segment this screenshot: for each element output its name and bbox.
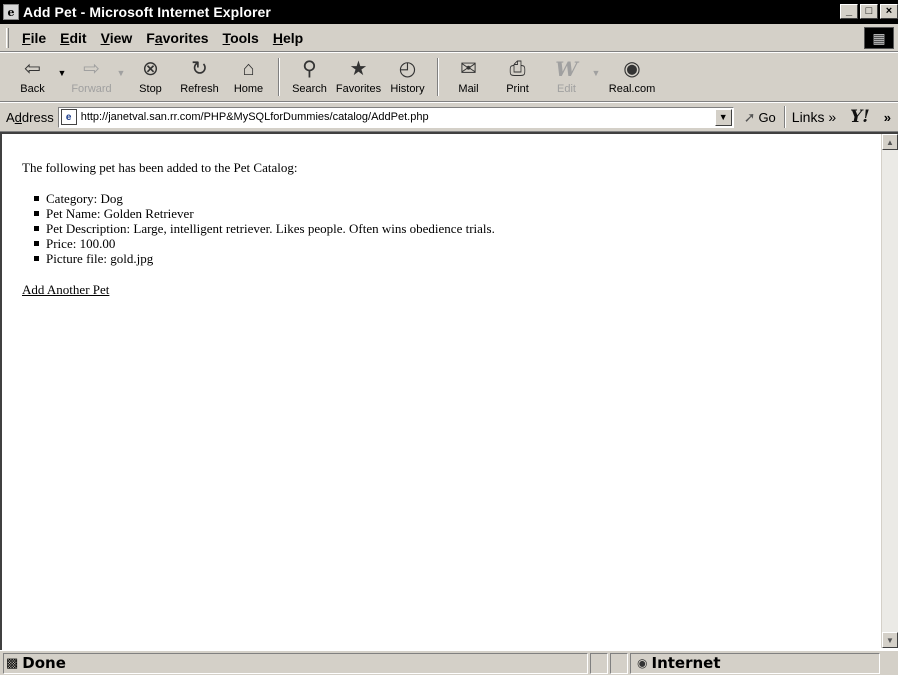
window-title: Add Pet - Microsoft Internet Explorer [23,4,271,20]
stop-button[interactable]: ⊗ Stop [126,56,175,100]
scroll-up-button[interactable]: ▲ [882,134,898,150]
edit-dropdown-button[interactable]: ▼ [591,56,601,78]
print-icon: ⎙ [509,58,526,80]
realcom-icon: ◉ [623,58,641,80]
menu-edit[interactable]: Edit [53,27,93,49]
print-button[interactable]: ⎙ Print [493,56,542,100]
list-item-price: Price: 100.00 [34,236,862,251]
add-another-pet-link[interactable]: Add Another Pet [22,282,109,297]
search-button[interactable]: ⚲ Search [285,56,334,100]
standard-toolbar: ⇦ Back ▼ ⇨ Forward ▼ ⊗ Stop ↻ Refresh ⌂ … [0,52,898,102]
chevron-more-icon[interactable]: » [884,110,891,125]
history-button[interactable]: ◴ History [383,56,432,100]
title-bar: e Add Pet - Microsoft Internet Explorer … [0,0,898,24]
minimize-button[interactable]: _ [840,4,858,19]
toolbar-separator [278,58,280,96]
status-text-panel: ▩ Done [3,652,588,674]
favorites-button[interactable]: ★ Favorites [334,56,383,100]
ie-icon[interactable]: e [3,4,19,20]
status-text: Done [22,654,66,672]
menu-view[interactable]: View [94,27,140,49]
links-button[interactable]: Links » [792,109,836,125]
status-bar: ▩ Done ◉ Internet [0,650,898,675]
toolbar-separator [437,58,439,96]
security-zone-panel[interactable]: ◉ Internet [630,652,880,674]
address-dropdown-button[interactable]: ▼ [714,108,732,126]
search-icon: ⚲ [302,58,317,80]
address-url: http://janetval.san.rr.com/PHP&MySQLforD… [80,111,429,123]
status-panel-progress [590,652,608,674]
word-edit-icon: W [555,57,578,81]
realcom-button[interactable]: ◉ Real.com [601,56,663,100]
vertical-scrollbar[interactable]: ▲ ▼ [881,134,898,648]
menu-grip-handle[interactable] [6,27,9,48]
page-done-icon: ▩ [6,655,19,670]
refresh-icon: ↻ [191,58,208,80]
forward-dropdown-button[interactable]: ▼ [116,56,126,78]
back-button[interactable]: ⇦ Back [8,56,57,100]
address-separator [783,106,786,128]
list-item-picture-file: Picture file: gold.jpg [34,251,862,266]
mail-icon: ✉ [460,58,477,80]
page-content: The following pet has been added to the … [22,160,862,298]
menu-favorites[interactable]: Favorites [139,27,215,49]
history-icon: ◴ [398,58,417,80]
scroll-down-button[interactable]: ▼ [882,632,898,648]
edit-button[interactable]: W Edit [542,56,591,100]
windows-logo-icon: ▦ [864,27,894,49]
menu-bar: File Edit View Favorites Tools Help ▦ [0,24,898,52]
home-button[interactable]: ⌂ Home [224,56,273,100]
address-input[interactable]: e http://janetval.san.rr.com/PHP&MySQLfo… [57,106,734,128]
list-item-pet-name: Pet Name: Golden Retriever [34,206,862,221]
yahoo-icon[interactable]: Y! [850,107,870,127]
go-button[interactable]: ➚ Go [744,109,776,126]
zone-text: Internet [651,654,721,672]
home-icon: ⌂ [242,58,255,80]
confirmation-message: The following pet has been added to the … [22,160,298,175]
globe-icon: ◉ [637,656,648,670]
status-panel-security [610,652,628,674]
pet-details-list: Category: Dog Pet Name: Golden Retriever… [22,191,862,266]
back-dropdown-button[interactable]: ▼ [57,56,67,78]
page-viewport: The following pet has been added to the … [0,132,898,650]
address-label: Address [6,109,54,125]
list-item-description: Pet Description: Large, intelligent retr… [34,221,862,236]
stop-icon: ⊗ [142,58,159,80]
forward-button[interactable]: ⇨ Forward [67,56,116,100]
menu-help[interactable]: Help [266,27,310,49]
favorites-icon: ★ [349,58,368,80]
menu-file[interactable]: File [15,27,53,49]
go-arrow-icon: ➚ [743,108,756,125]
window-controls: _ □ × [840,4,898,19]
list-item-category: Category: Dog [34,191,862,206]
close-button[interactable]: × [880,4,898,19]
menu-tools[interactable]: Tools [216,27,266,49]
forward-arrow-icon: ⇨ [83,58,100,80]
mail-button[interactable]: ✉ Mail [444,56,493,100]
back-arrow-icon: ⇦ [24,58,41,80]
refresh-button[interactable]: ↻ Refresh [175,56,224,100]
page-icon: e [60,109,77,125]
address-bar: Address e http://janetval.san.rr.com/PHP… [0,102,898,132]
maximize-button[interactable]: □ [860,4,878,19]
